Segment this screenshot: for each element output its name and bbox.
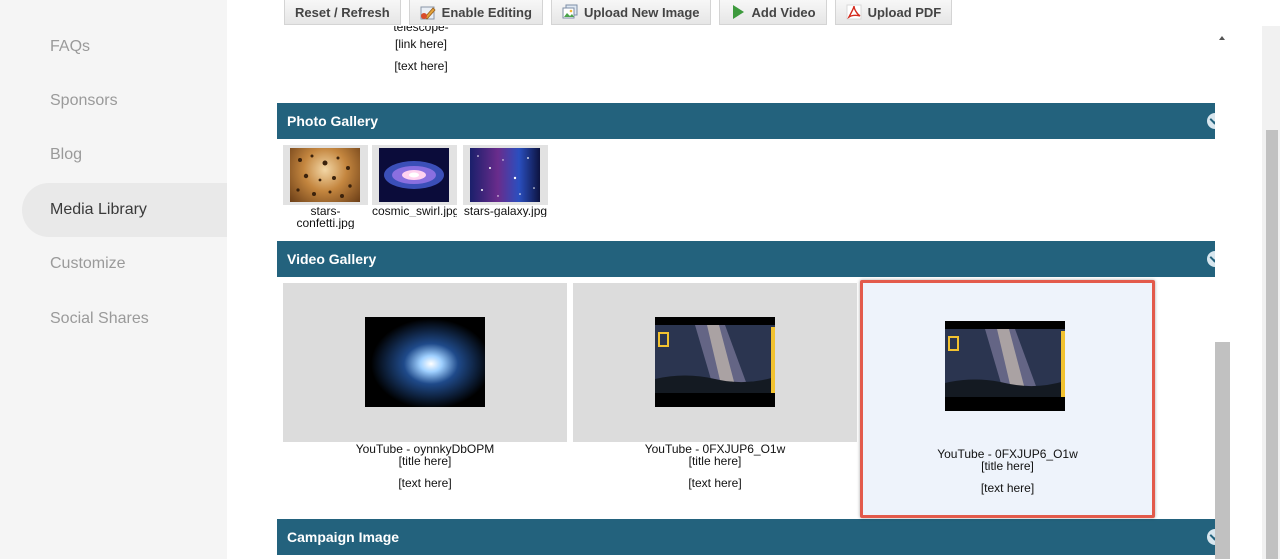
- add-video-label: Add Video: [751, 4, 816, 20]
- photo-thumbnail[interactable]: [372, 145, 457, 205]
- galaxy-graphic: [477, 155, 535, 197]
- milkyway-graphic: [945, 321, 1065, 411]
- collapse-chevron-icon[interactable]: [1207, 251, 1215, 267]
- photo-gallery-title: Photo Gallery: [287, 113, 379, 129]
- video-gallery-header[interactable]: Video Gallery: [277, 241, 1215, 277]
- edit-pencil-icon: [420, 6, 436, 20]
- enable-editing-label: Enable Editing: [441, 4, 532, 20]
- campaign-image-title: Campaign Image: [287, 529, 400, 545]
- sidebar-item-customize[interactable]: Customize: [22, 237, 227, 291]
- milkyway-graphic: [655, 317, 775, 407]
- photo-caption: cosmic_swirl.jpg: [372, 205, 457, 217]
- upload-pdf-button[interactable]: Upload PDF: [834, 0, 953, 25]
- upload-new-image-button[interactable]: Upload New Image: [550, 0, 711, 25]
- video-thumbnail-milkyway: [945, 321, 1065, 411]
- swirl-graphic: [384, 161, 444, 189]
- campaign-image-header[interactable]: Campaign Image: [277, 519, 1215, 555]
- video-text[interactable]: [text here]: [863, 482, 1152, 494]
- media-toolbar: Reset / Refresh Enable Editing Upload Ne…: [284, 0, 953, 26]
- video-thumbnail-milkyway: [655, 317, 775, 407]
- play-icon: [732, 5, 744, 19]
- collapse-chevron-icon[interactable]: [1207, 113, 1215, 129]
- top-link[interactable]: [link here]: [367, 38, 475, 51]
- video-tile[interactable]: [573, 283, 857, 442]
- page-scrollbar-thumb[interactable]: [1266, 130, 1278, 559]
- video-title[interactable]: [title here]: [573, 455, 857, 467]
- video-text[interactable]: [text here]: [573, 477, 857, 489]
- enable-editing-button[interactable]: Enable Editing: [408, 0, 543, 25]
- video-title[interactable]: [title here]: [283, 455, 567, 467]
- stars-galaxy-image: [470, 148, 540, 202]
- video-text[interactable]: [text here]: [283, 477, 567, 489]
- photo-thumbnail[interactable]: [283, 145, 368, 205]
- top-media-item: telescope-silver2.jpg [link here] [text …: [367, 26, 475, 73]
- photo-gallery-header[interactable]: Photo Gallery: [277, 103, 1215, 139]
- top-text[interactable]: [text here]: [367, 60, 475, 73]
- sidebar-item-faqs[interactable]: FAQs: [22, 20, 227, 74]
- cosmic-swirl-image: [379, 148, 449, 202]
- pdf-icon: [846, 4, 862, 20]
- collapse-chevron-icon[interactable]: [1207, 529, 1215, 545]
- sidebar: FAQs Sponsors Blog Media Library Customi…: [0, 0, 227, 559]
- add-video-button[interactable]: Add Video: [718, 0, 827, 25]
- upload-pdf-label: Upload PDF: [867, 4, 942, 20]
- selected-video-tile[interactable]: YouTube - 0FXJUP6_O1w [title here] [text…: [860, 280, 1155, 518]
- confetti-graphic: [296, 154, 352, 198]
- sidebar-item-media-library[interactable]: Media Library: [22, 183, 227, 237]
- photo-caption: stars-galaxy.jpg: [463, 205, 548, 217]
- stars-confetti-image: [290, 148, 360, 202]
- reset-refresh-label: Reset / Refresh: [295, 4, 390, 20]
- scroll-up-arrow-icon[interactable]: [1217, 34, 1227, 44]
- sidebar-item-social-shares[interactable]: Social Shares: [22, 292, 227, 346]
- top-filename: telescope-silver2.jpg: [393, 26, 449, 34]
- photo-thumbnail[interactable]: [463, 145, 548, 205]
- photo-caption: stars-confetti.jpg: [296, 205, 355, 229]
- upload-new-image-label: Upload New Image: [583, 4, 700, 20]
- video-gallery-title: Video Gallery: [287, 251, 377, 267]
- sidebar-item-sponsors[interactable]: Sponsors: [22, 74, 227, 128]
- inner-scrollbar-thumb[interactable]: [1215, 342, 1230, 559]
- sidebar-item-blog[interactable]: Blog: [22, 128, 227, 182]
- video-title[interactable]: [title here]: [863, 460, 1152, 472]
- upload-image-icon: [562, 4, 578, 19]
- video-tile[interactable]: [283, 283, 567, 442]
- reset-refresh-button[interactable]: Reset / Refresh: [284, 0, 401, 25]
- video-thumbnail-glow: [365, 317, 485, 407]
- glow-graphic: [365, 317, 485, 407]
